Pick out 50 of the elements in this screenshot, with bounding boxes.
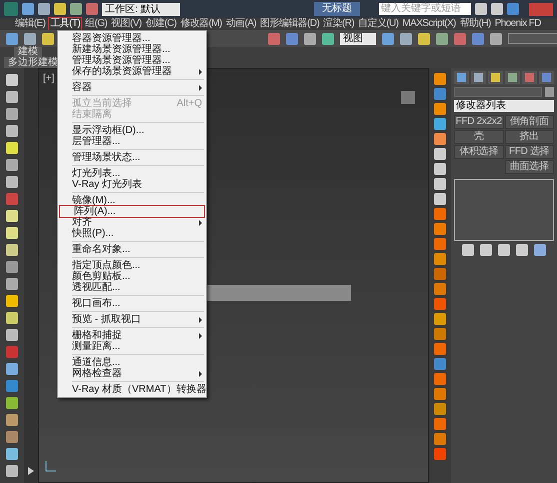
modifier-button[interactable]: 曲面选择	[504, 160, 554, 174]
menu-option[interactable]: 预览 - 抓取视口	[58, 314, 206, 325]
menu-option[interactable]: 重命名对象...	[58, 244, 206, 255]
menu-item[interactable]: 渲染(R)	[322, 18, 356, 30]
menu-item[interactable]: 图形编辑器(D)	[259, 18, 320, 30]
menu-option[interactable]: 快照(P)...	[58, 228, 206, 239]
menu-item[interactable]: 修改器(M)	[179, 18, 223, 30]
modifier-list-dropdown[interactable]: 修改器列表	[454, 100, 554, 112]
menu-item[interactable]: 组(G)	[84, 18, 108, 30]
modifier-button[interactable]: 体积选择	[454, 145, 504, 159]
menu-option[interactable]: 通道信息...	[58, 357, 206, 368]
menu-option[interactable]: 保存的场景资源管理器	[58, 66, 206, 77]
menu-item[interactable]: 创建(C)	[144, 18, 178, 30]
menu-option[interactable]: 灯光列表...	[58, 168, 206, 179]
menu-item[interactable]: 帮助(H)	[458, 18, 492, 30]
modifier-button[interactable]: 壳	[454, 130, 504, 144]
viewport-label[interactable]: [+]	[43, 71, 54, 86]
modifier-button[interactable]: FFD 选择	[504, 145, 554, 159]
menu-option[interactable]: 新建场景资源管理器...	[58, 44, 206, 55]
modifier-button[interactable]: FFD 2x2x2	[454, 115, 504, 129]
menu-option[interactable]: 指定顶点颜色...	[58, 260, 206, 271]
menu-option[interactable]: 测量距离...	[58, 341, 206, 352]
window-title: 无标题	[314, 2, 360, 16]
menu-option[interactable]: 颜色剪贴板...	[58, 271, 206, 282]
menu-item[interactable]: 编辑(E)	[14, 18, 46, 30]
modifier-button[interactable]: 挤出	[504, 130, 554, 144]
menu-option[interactable]: 网格检查器	[58, 368, 206, 379]
menu-option[interactable]: 显示浮动框(D)...	[58, 125, 206, 136]
menu-option[interactable]: 容器	[58, 82, 206, 93]
shortcut-text: Alt+Q	[176, 98, 202, 109]
menu-option[interactable]: 透视匹配...	[58, 282, 206, 293]
menu-option[interactable]: 镜像(M)...	[58, 195, 206, 206]
menu-option[interactable]: V-Ray 灯光列表	[58, 179, 206, 190]
view-dropdown[interactable]: 视图	[340, 32, 376, 44]
menu-option[interactable]: 对齐	[58, 217, 206, 228]
ribbon-tab[interactable]: 建模	[14, 47, 42, 57]
menu-option[interactable]: V-Ray 材质（VRMAT）转换器	[58, 384, 206, 395]
menu-item[interactable]: 动画(A)	[224, 18, 258, 30]
menu-option[interactable]: 阵列(A)...	[60, 206, 204, 217]
menu-item[interactable]: 自定义(U)	[357, 18, 400, 30]
menu-option[interactable]: 管理场景状态...	[58, 152, 206, 163]
workspace-dropdown[interactable]: 工作区: 默认	[102, 2, 180, 16]
menu-option[interactable]: 栅格和捕捉	[58, 330, 206, 341]
menu-item[interactable]: 视图(V)	[110, 18, 143, 30]
menu-option[interactable]: 视口画布...	[58, 298, 206, 309]
modifier-button[interactable]: 倒角剖面	[504, 115, 554, 129]
menu-option[interactable]: 层管理器...	[58, 136, 206, 147]
menu-option[interactable]: 容器资源管理器...	[58, 33, 206, 44]
menu-item[interactable]: Phoenix FD	[494, 18, 542, 30]
menu-item[interactable]: MAXScript(X)	[401, 18, 457, 30]
